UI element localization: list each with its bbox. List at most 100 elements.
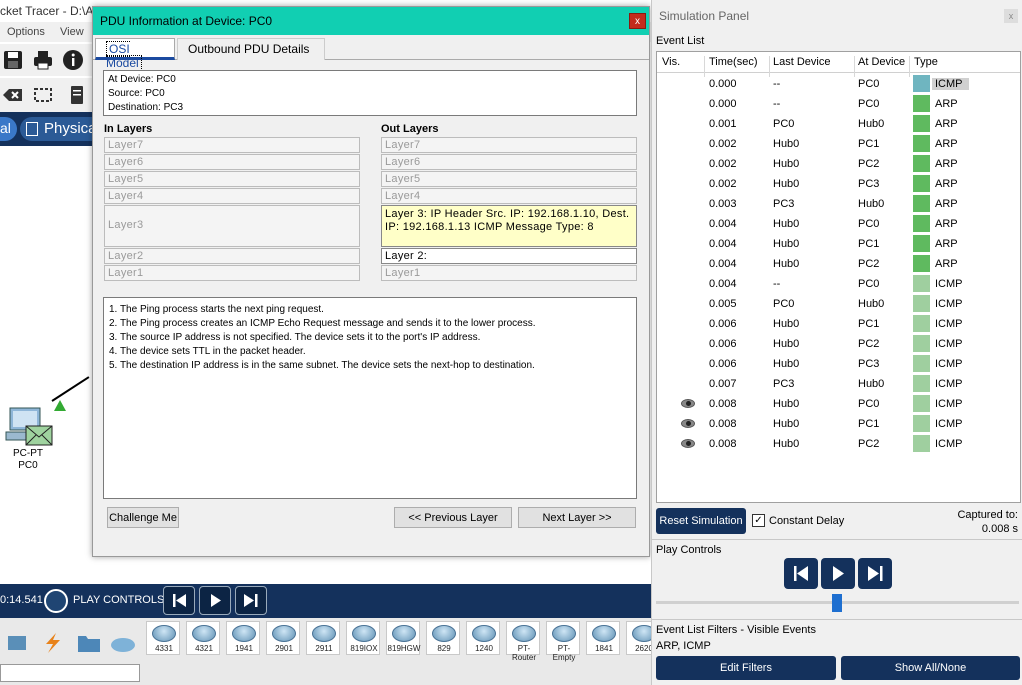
out-layer-6[interactable]: Layer6 bbox=[381, 154, 637, 170]
event-row[interactable]: 0.000 -- PC0 ARP bbox=[657, 94, 1020, 114]
device-router-item[interactable]: PT-Router bbox=[506, 621, 540, 662]
in-layer-7[interactable]: Layer7 bbox=[104, 137, 360, 153]
reset-simulation-button[interactable]: Reset Simulation bbox=[656, 508, 746, 534]
misc-folder-icon[interactable] bbox=[76, 632, 102, 654]
device-router-item[interactable]: 1841 bbox=[586, 621, 620, 655]
event-row[interactable]: 0.002 Hub0 PC3 ARP bbox=[657, 174, 1020, 194]
in-layer-3[interactable]: Layer3 bbox=[104, 205, 360, 247]
auto-play-button[interactable] bbox=[821, 558, 855, 589]
col-time[interactable]: Time(sec) bbox=[709, 56, 757, 68]
col-type[interactable]: Type bbox=[914, 56, 938, 68]
constant-delay-checkbox[interactable]: ✓ bbox=[752, 514, 765, 527]
in-layer-1[interactable]: Layer1 bbox=[104, 265, 360, 281]
event-type-color-swatch[interactable] bbox=[913, 135, 930, 152]
event-row[interactable]: 0.002 Hub0 PC2 ARP bbox=[657, 154, 1020, 174]
event-type-color-swatch[interactable] bbox=[913, 195, 930, 212]
in-layer-2[interactable]: Layer2 bbox=[104, 248, 360, 264]
logical-mode-tab[interactable]: al bbox=[0, 117, 17, 141]
next-layer-button[interactable]: Next Layer >> bbox=[518, 507, 636, 528]
event-type-color-swatch[interactable] bbox=[913, 235, 930, 252]
forward-button[interactable] bbox=[235, 586, 267, 615]
delete-icon[interactable] bbox=[2, 84, 24, 106]
cloud-icon[interactable] bbox=[110, 632, 136, 654]
event-type-color-swatch[interactable] bbox=[913, 115, 930, 132]
event-type-color-swatch[interactable] bbox=[913, 175, 930, 192]
event-row[interactable]: 0.006 Hub0 PC1 ICMP bbox=[657, 314, 1020, 334]
tab-osi-model[interactable]: OSI Model bbox=[95, 38, 175, 71]
event-row[interactable]: 0.004 Hub0 PC0 ARP bbox=[657, 214, 1020, 234]
tab-outbound-pdu-details[interactable]: Outbound PDU Details bbox=[177, 38, 325, 60]
col-vis[interactable]: Vis. bbox=[662, 56, 680, 68]
device-router-item[interactable]: 1240 bbox=[466, 621, 500, 655]
note-icon[interactable] bbox=[66, 84, 88, 106]
event-type-color-swatch[interactable] bbox=[913, 75, 930, 92]
event-type-color-swatch[interactable] bbox=[913, 415, 930, 432]
event-type-color-swatch[interactable] bbox=[913, 295, 930, 312]
device-router-item[interactable]: 1941 bbox=[226, 621, 260, 655]
in-layer-4[interactable]: Layer4 bbox=[104, 188, 360, 204]
event-type-color-swatch[interactable] bbox=[913, 275, 930, 292]
device-router-item[interactable]: 819HGW bbox=[386, 621, 420, 655]
panel-close-icon[interactable]: x bbox=[1004, 9, 1018, 23]
edit-filters-button[interactable]: Edit Filters bbox=[656, 656, 836, 680]
close-icon[interactable]: x bbox=[629, 13, 646, 29]
event-row[interactable]: 0.003 PC3 Hub0 ARP bbox=[657, 194, 1020, 214]
device-router-item[interactable]: 2901 bbox=[266, 621, 300, 655]
capture-forward-button[interactable] bbox=[858, 558, 892, 589]
previous-layer-button[interactable]: << Previous Layer bbox=[394, 507, 512, 528]
event-type-color-swatch[interactable] bbox=[913, 95, 930, 112]
col-at-device[interactable]: At Device bbox=[858, 56, 905, 68]
end-devices-icon[interactable] bbox=[4, 632, 30, 654]
info-icon[interactable] bbox=[62, 49, 84, 71]
event-type-color-swatch[interactable] bbox=[913, 375, 930, 392]
event-type-color-swatch[interactable] bbox=[913, 355, 930, 372]
event-row[interactable]: 0.006 Hub0 PC2 ICMP bbox=[657, 334, 1020, 354]
cycle-icon[interactable] bbox=[44, 589, 68, 613]
event-row[interactable]: 0.007 PC3 Hub0 ICMP bbox=[657, 374, 1020, 394]
event-type-color-swatch[interactable] bbox=[913, 155, 930, 172]
event-type-color-swatch[interactable] bbox=[913, 395, 930, 412]
event-type-color-swatch[interactable] bbox=[913, 435, 930, 452]
device-router-item[interactable]: 4321 bbox=[186, 621, 220, 655]
eye-icon[interactable] bbox=[681, 399, 695, 408]
event-type-color-swatch[interactable] bbox=[913, 255, 930, 272]
challenge-me-button[interactable]: Challenge Me bbox=[107, 507, 179, 528]
play-button[interactable] bbox=[199, 586, 231, 615]
save-icon[interactable] bbox=[2, 49, 24, 71]
event-type-color-swatch[interactable] bbox=[913, 215, 930, 232]
device-router-item[interactable]: 4331 bbox=[146, 621, 180, 655]
device-router-item[interactable]: PT-Empty bbox=[546, 621, 580, 662]
event-row[interactable]: 0.001 PC0 Hub0 ARP bbox=[657, 114, 1020, 134]
event-row[interactable]: 0.002 Hub0 PC1 ARP bbox=[657, 134, 1020, 154]
col-last-device[interactable]: Last Device bbox=[773, 56, 830, 68]
in-layer-6[interactable]: Layer6 bbox=[104, 154, 360, 170]
event-row[interactable]: 0.000 -- PC0 ICMP bbox=[657, 74, 1020, 94]
out-layer-5[interactable]: Layer5 bbox=[381, 171, 637, 187]
event-row[interactable]: 0.004 -- PC0 ICMP bbox=[657, 274, 1020, 294]
out-layer-4[interactable]: Layer4 bbox=[381, 188, 637, 204]
eye-icon[interactable] bbox=[681, 439, 695, 448]
device-router-item[interactable]: 829 bbox=[426, 621, 460, 655]
event-row[interactable]: 0.004 Hub0 PC2 ARP bbox=[657, 254, 1020, 274]
connections-icon[interactable] bbox=[40, 632, 66, 654]
print-icon[interactable] bbox=[32, 49, 54, 71]
menu-options[interactable]: Options bbox=[7, 26, 45, 38]
select-area-icon[interactable] bbox=[32, 84, 54, 106]
device-router-item[interactable]: 819IOX bbox=[346, 621, 380, 655]
event-type-color-swatch[interactable] bbox=[913, 335, 930, 352]
back-step-button[interactable] bbox=[784, 558, 818, 589]
device-router-item[interactable]: 2911 bbox=[306, 621, 340, 655]
show-all-none-button[interactable]: Show All/None bbox=[841, 656, 1020, 680]
device-search-input[interactable] bbox=[0, 664, 140, 682]
menu-view[interactable]: View bbox=[60, 26, 84, 38]
out-layer-1[interactable]: Layer1 bbox=[381, 265, 637, 281]
event-row[interactable]: 0.008 Hub0 PC0 ICMP bbox=[657, 394, 1020, 414]
pc0-device-icon[interactable] bbox=[4, 406, 54, 446]
out-layer-7[interactable]: Layer7 bbox=[381, 137, 637, 153]
event-row[interactable]: 0.005 PC0 Hub0 ICMP bbox=[657, 294, 1020, 314]
event-row[interactable]: 0.008 Hub0 PC2 ICMP bbox=[657, 434, 1020, 454]
out-layer-2[interactable]: Layer 2: bbox=[381, 248, 637, 264]
back-button[interactable] bbox=[163, 586, 195, 615]
event-row[interactable]: 0.008 Hub0 PC1 ICMP bbox=[657, 414, 1020, 434]
in-layer-5[interactable]: Layer5 bbox=[104, 171, 360, 187]
